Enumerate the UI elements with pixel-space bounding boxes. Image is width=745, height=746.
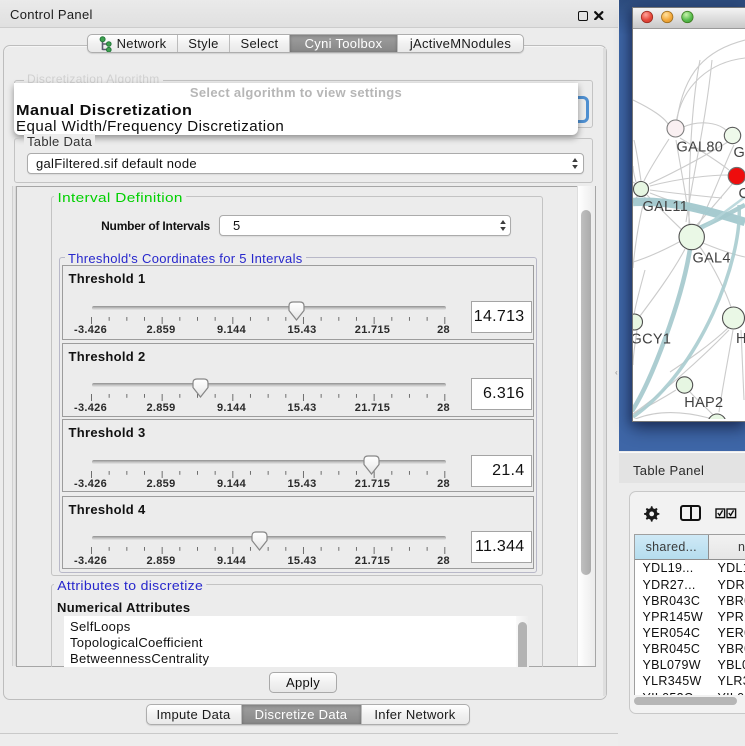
svg-text:GCY1: GCY1 — [633, 332, 671, 348]
svg-text:HIS4: HIS4 — [736, 331, 745, 347]
svg-text:CY: CY — [739, 186, 745, 202]
svg-text:GA: GA — [734, 145, 745, 161]
svg-text:GAL4: GAL4 — [693, 251, 731, 267]
svg-text:GAL11: GAL11 — [643, 199, 689, 215]
svg-text:GAL80: GAL80 — [677, 140, 724, 156]
svg-text:HAP2: HAP2 — [684, 395, 723, 411]
